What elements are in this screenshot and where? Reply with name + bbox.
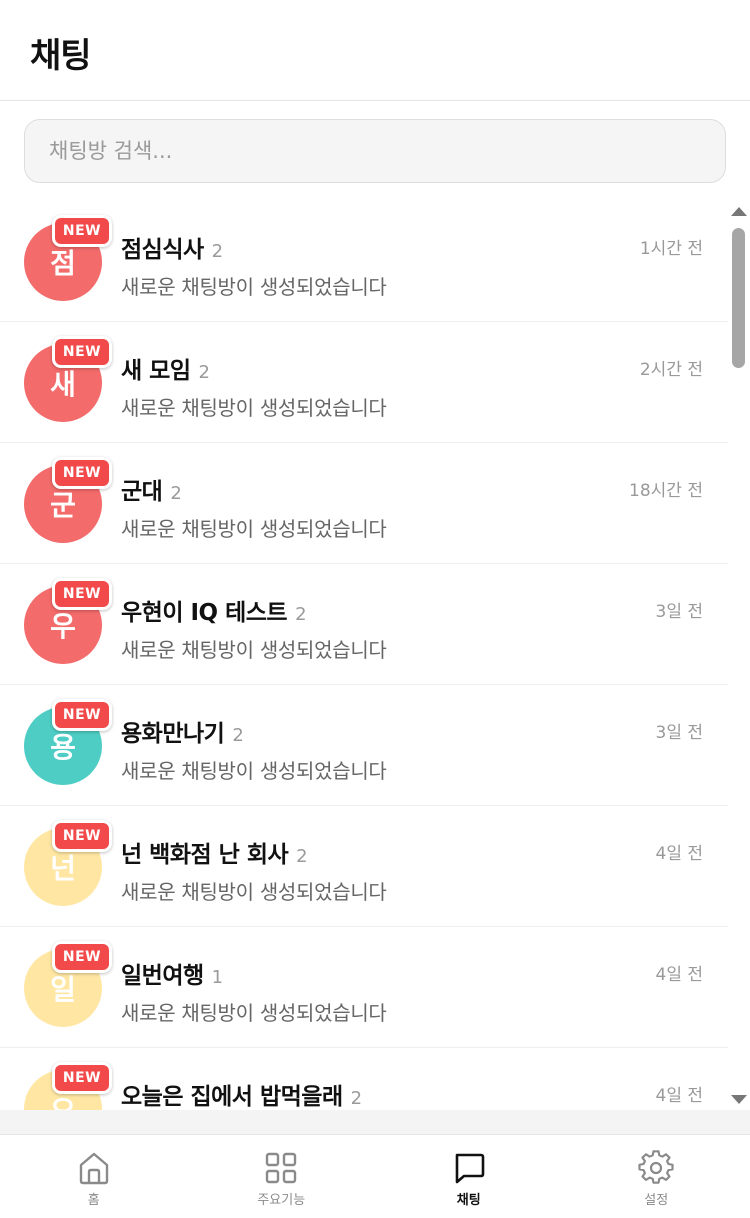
chat-room-row[interactable]: 군 NEW 군대 2 18시간 전새로운 채팅방이 생성되었습니다 bbox=[0, 443, 728, 564]
last-activity-time: 18시간 전 bbox=[629, 481, 703, 501]
nav-label-home: 홈 bbox=[87, 1193, 100, 1208]
avatar-initial: 우 bbox=[50, 610, 76, 643]
new-badge: NEW bbox=[52, 215, 112, 247]
room-name: 오늘은 집에서 밥먹을래 2 bbox=[121, 1077, 362, 1110]
member-count: 1 bbox=[211, 967, 224, 988]
last-message: 새로운 채팅방이 생성되었습니다 bbox=[121, 638, 387, 662]
room-name: 넌 백화점 난 회사 2 bbox=[121, 835, 308, 869]
new-badge: NEW bbox=[52, 699, 112, 731]
new-badge: NEW bbox=[52, 941, 112, 973]
search-bar bbox=[24, 119, 726, 183]
search-input[interactable] bbox=[24, 119, 726, 183]
room-name: 점심식사 2 bbox=[121, 230, 223, 264]
chat-room-row[interactable]: 용 NEW 용화만나기 2 3일 전새로운 채팅방이 생성되었습니다 bbox=[0, 685, 728, 806]
new-badge: NEW bbox=[52, 820, 112, 852]
room-name-text: 점심식사 bbox=[121, 237, 204, 263]
avatar-initial: 일 bbox=[50, 973, 76, 1006]
scrollbar[interactable] bbox=[728, 201, 750, 1110]
room-name-text: 일번여행 bbox=[121, 963, 204, 989]
member-count: 2 bbox=[170, 483, 182, 504]
last-activity-time: 3일 전 bbox=[655, 602, 704, 622]
nav-item-home[interactable]: 홈 bbox=[0, 1135, 188, 1218]
room-name-text: 넌 백화점 난 회사 bbox=[121, 842, 289, 868]
chat-bubble-icon bbox=[455, 1153, 485, 1184]
last-activity-time: 1시간 전 bbox=[639, 239, 703, 259]
member-count: 2 bbox=[232, 725, 244, 746]
page-title: 채팅 bbox=[30, 36, 92, 76]
chat-room-row[interactable]: 새 NEW 새 모임 2 2시간 전새로운 채팅방이 생성되었습니다 bbox=[0, 322, 728, 443]
nav-item-features[interactable]: 주요기능 bbox=[188, 1135, 376, 1218]
header: 채팅 bbox=[0, 0, 750, 101]
new-badge: NEW bbox=[52, 578, 112, 610]
last-message: 새로운 채팅방이 생성되었습니다 bbox=[121, 396, 387, 420]
chat-room-row[interactable]: 넌 NEW 넌 백화점 난 회사 2 4일 전새로운 채팅방이 생성되었습니다 bbox=[0, 806, 728, 927]
scroll-up-arrow-icon[interactable] bbox=[731, 207, 747, 216]
avatar-initial: 군 bbox=[50, 489, 76, 522]
member-count: 2 bbox=[295, 604, 307, 625]
room-name-text: 용화만나기 bbox=[121, 721, 225, 747]
grid-icon bbox=[266, 1152, 297, 1184]
member-count: 2 bbox=[296, 846, 308, 867]
nav-label-features: 주요기능 bbox=[257, 1193, 306, 1208]
last-message: 새로운 채팅방이 생성되었습니다 bbox=[121, 759, 387, 783]
avatar-initial: 새 bbox=[50, 368, 76, 401]
room-name-text: 새 모임 bbox=[121, 358, 191, 384]
chat-room-row[interactable]: 일 NEW 일번여행 1 4일 전새로운 채팅방이 생성되었습니다 bbox=[0, 927, 728, 1048]
last-activity-time: 4일 전 bbox=[655, 1086, 704, 1106]
last-message: 새로운 채팅방이 생성되었습니다 bbox=[121, 517, 387, 541]
last-activity-time: 2시간 전 bbox=[639, 360, 703, 380]
chat-room-row[interactable]: 우 NEW 우현이 IQ 테스트 2 3일 전새로운 채팅방이 생성되었습니다 bbox=[0, 564, 728, 685]
scroll-thumb[interactable] bbox=[732, 228, 745, 368]
room-name-text: 오늘은 집에서 밥먹을래 bbox=[121, 1084, 343, 1110]
avatar-initial: 점 bbox=[50, 247, 76, 280]
bottom-navigation: 홈 주요기능 채팅 설정 bbox=[0, 1134, 750, 1218]
last-message: 새로운 채팅방이 생성되었습니다 bbox=[121, 275, 387, 299]
nav-label-settings: 설정 bbox=[644, 1193, 669, 1208]
room-name: 우현이 IQ 테스트 2 bbox=[121, 593, 307, 627]
last-activity-time: 4일 전 bbox=[655, 965, 704, 985]
last-message: 새로운 채팅방이 생성되었습니다 bbox=[121, 1001, 387, 1025]
room-name: 일번여행 1 bbox=[121, 956, 223, 990]
nav-item-chat[interactable]: 채팅 bbox=[375, 1135, 563, 1218]
member-count: 2 bbox=[350, 1088, 363, 1109]
last-activity-time: 3일 전 bbox=[655, 723, 704, 743]
room-name: 군대 2 bbox=[121, 472, 182, 506]
home-icon bbox=[79, 1152, 108, 1185]
avatar-initial: 넌 bbox=[50, 852, 76, 885]
nav-separator bbox=[0, 1110, 750, 1134]
last-message: 새로운 채팅방이 생성되었습니다 bbox=[121, 880, 387, 904]
chat-room-list: 점 NEW 점심식사 2 1시간 전 새로운 채팅방이 생성되었습니다 새 NEW 새 모임 2 2… bbox=[0, 201, 728, 1110]
member-count: 2 bbox=[198, 362, 210, 383]
chat-room-row[interactable]: 오NEW오늘은 집에서 밥먹을래24일 전새로운 채팅방이 생성되었습니다 bbox=[0, 1048, 728, 1110]
room-name: 새 모임 2 bbox=[121, 351, 210, 385]
gear-icon bbox=[638, 1150, 674, 1184]
scroll-down-arrow-icon[interactable] bbox=[731, 1095, 747, 1104]
new-badge: NEW bbox=[52, 1062, 112, 1094]
member-count: 2 bbox=[211, 241, 224, 262]
room-name: 용화만나기 2 bbox=[121, 714, 244, 748]
nav-label-chat: 채팅 bbox=[456, 1193, 481, 1208]
room-name-text: 군대 bbox=[121, 479, 163, 505]
new-badge: NEW bbox=[52, 336, 112, 368]
room-name-text: 우현이 IQ 테스트 bbox=[121, 600, 288, 626]
last-activity-time: 4일 전 bbox=[655, 844, 704, 864]
new-badge: NEW bbox=[52, 457, 112, 489]
avatar-initial: 용 bbox=[50, 731, 76, 764]
nav-item-settings[interactable]: 설정 bbox=[563, 1135, 750, 1218]
chat-room-row[interactable]: 점 NEW 점심식사 2 1시간 전새로운 채팅방이 생성되었습니다 bbox=[0, 201, 728, 322]
